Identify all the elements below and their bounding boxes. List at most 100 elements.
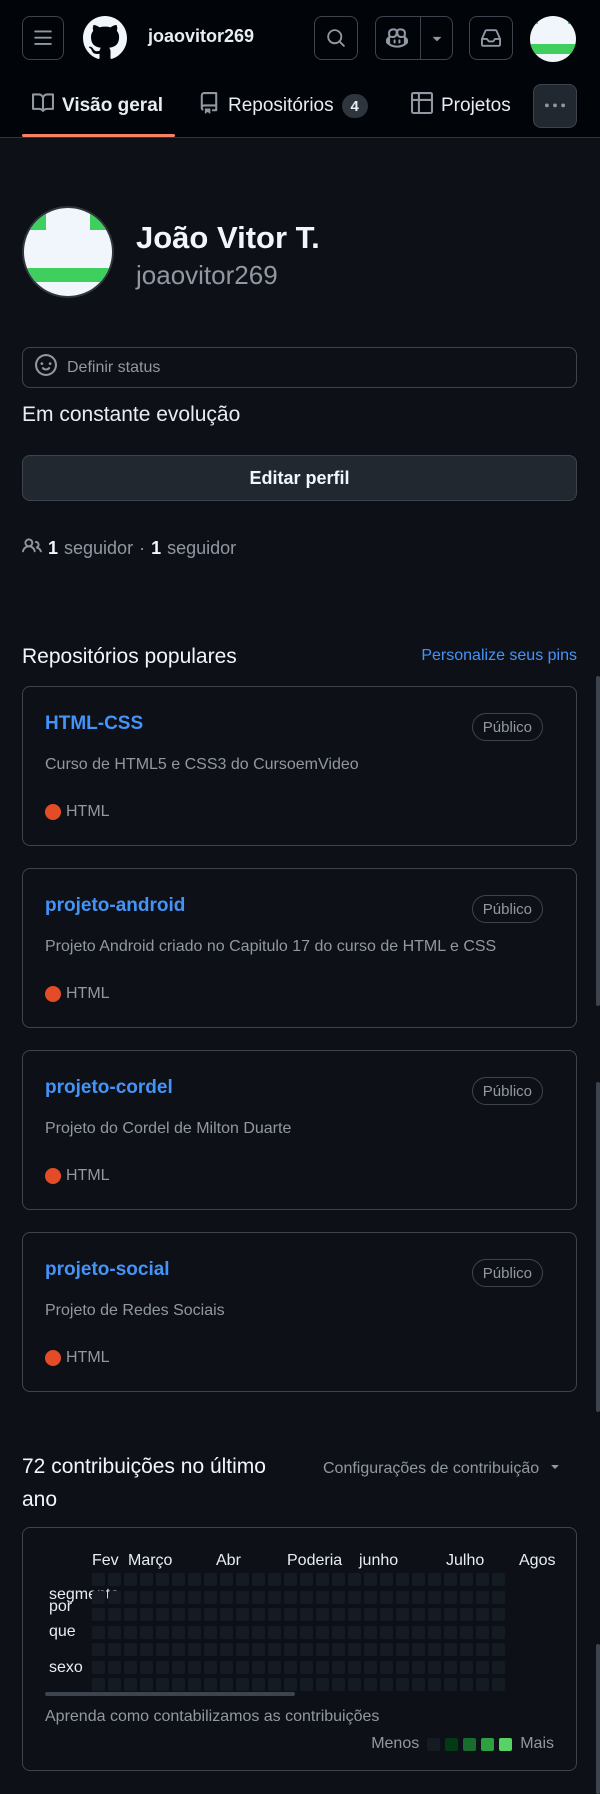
contribution-day-cell[interactable] xyxy=(284,1590,297,1604)
learn-contributions-link[interactable]: Aprenda como contabilizamos as contribui… xyxy=(45,1708,379,1726)
calendar-scrollbar[interactable] xyxy=(45,1692,295,1696)
page-scrollbar[interactable] xyxy=(596,676,600,1006)
contribution-settings-dropdown[interactable]: Configurações de contribuição xyxy=(323,1458,563,1479)
contribution-day-cell[interactable] xyxy=(316,1590,329,1604)
followers-link[interactable]: 1 seguidor xyxy=(48,538,133,559)
header-username[interactable]: joaovitor269 xyxy=(148,26,254,47)
contribution-day-cell[interactable] xyxy=(268,1590,281,1604)
contribution-day-cell[interactable] xyxy=(188,1678,201,1691)
contribution-day-cell[interactable] xyxy=(444,1625,457,1639)
contribution-day-cell[interactable] xyxy=(332,1573,345,1586)
contribution-day-cell[interactable] xyxy=(204,1660,217,1674)
contribution-day-cell[interactable] xyxy=(108,1678,121,1691)
contribution-day-cell[interactable] xyxy=(236,1643,249,1656)
contribution-day-cell[interactable] xyxy=(284,1625,297,1639)
tab-overview[interactable]: Visão geral xyxy=(32,92,163,120)
copilot-button[interactable] xyxy=(375,16,453,60)
contribution-day-cell[interactable] xyxy=(108,1643,121,1656)
contribution-day-cell[interactable] xyxy=(380,1643,393,1656)
contribution-day-cell[interactable] xyxy=(284,1643,297,1656)
contribution-day-cell[interactable] xyxy=(220,1625,233,1639)
search-button[interactable] xyxy=(314,16,358,60)
tab-projects[interactable]: Projetos xyxy=(411,92,511,120)
contribution-day-cell[interactable] xyxy=(492,1678,505,1691)
contribution-day-cell[interactable] xyxy=(332,1660,345,1674)
contribution-day-cell[interactable] xyxy=(348,1643,361,1656)
contribution-day-cell[interactable] xyxy=(92,1573,105,1586)
contribution-day-cell[interactable] xyxy=(172,1573,185,1586)
following-link[interactable]: 1 seguidor xyxy=(151,538,236,559)
contribution-day-cell[interactable] xyxy=(220,1573,233,1586)
contribution-day-cell[interactable] xyxy=(284,1678,297,1691)
contribution-day-cell[interactable] xyxy=(492,1573,505,1586)
edit-profile-button[interactable]: Editar perfil xyxy=(22,455,577,501)
contribution-day-cell[interactable] xyxy=(124,1573,137,1586)
contribution-day-cell[interactable] xyxy=(492,1660,505,1674)
contribution-day-cell[interactable] xyxy=(92,1643,105,1656)
contribution-day-cell[interactable] xyxy=(124,1660,137,1674)
contribution-day-cell[interactable] xyxy=(444,1678,457,1691)
contribution-day-cell[interactable] xyxy=(428,1590,441,1604)
contribution-day-cell[interactable] xyxy=(364,1660,377,1674)
contribution-day-cell[interactable] xyxy=(172,1625,185,1639)
contribution-day-cell[interactable] xyxy=(364,1643,377,1656)
contribution-day-cell[interactable] xyxy=(140,1678,153,1691)
contribution-day-cell[interactable] xyxy=(476,1643,489,1656)
contribution-day-cell[interactable] xyxy=(108,1573,121,1586)
contribution-day-cell[interactable] xyxy=(460,1643,473,1656)
contribution-day-cell[interactable] xyxy=(204,1678,217,1691)
contribution-day-cell[interactable] xyxy=(412,1573,425,1586)
contribution-day-cell[interactable] xyxy=(300,1643,313,1656)
contribution-day-cell[interactable] xyxy=(428,1643,441,1656)
contribution-day-cell[interactable] xyxy=(108,1590,121,1604)
contribution-day-cell[interactable] xyxy=(316,1678,329,1691)
contribution-day-cell[interactable] xyxy=(156,1660,169,1674)
contribution-day-cell[interactable] xyxy=(220,1678,233,1691)
contribution-day-cell[interactable] xyxy=(444,1643,457,1656)
contribution-day-cell[interactable] xyxy=(428,1660,441,1674)
repo-name-link[interactable]: projeto-cordel xyxy=(45,1077,173,1099)
contribution-day-cell[interactable] xyxy=(412,1660,425,1674)
contribution-day-cell[interactable] xyxy=(204,1573,217,1586)
contribution-day-cell[interactable] xyxy=(220,1643,233,1656)
repo-name-link[interactable]: HTML-CSS xyxy=(45,713,143,735)
contribution-day-cell[interactable] xyxy=(108,1625,121,1639)
contribution-day-cell[interactable] xyxy=(476,1678,489,1691)
contribution-day-cell[interactable] xyxy=(172,1608,185,1621)
user-avatar[interactable] xyxy=(22,206,114,298)
contribution-day-cell[interactable] xyxy=(204,1643,217,1656)
contribution-day-cell[interactable] xyxy=(332,1643,345,1656)
contribution-day-cell[interactable] xyxy=(220,1660,233,1674)
contribution-day-cell[interactable] xyxy=(316,1573,329,1586)
contribution-day-cell[interactable] xyxy=(236,1590,249,1604)
contribution-day-cell[interactable] xyxy=(92,1660,105,1674)
contribution-day-cell[interactable] xyxy=(252,1643,265,1656)
page-scrollbar[interactable] xyxy=(596,1644,600,1794)
contribution-day-cell[interactable] xyxy=(444,1573,457,1586)
contribution-day-cell[interactable] xyxy=(316,1643,329,1656)
contribution-day-cell[interactable] xyxy=(332,1608,345,1621)
contribution-day-cell[interactable] xyxy=(428,1625,441,1639)
contribution-day-cell[interactable] xyxy=(492,1608,505,1621)
contribution-day-cell[interactable] xyxy=(348,1608,361,1621)
contribution-day-cell[interactable] xyxy=(396,1660,409,1674)
contribution-day-cell[interactable] xyxy=(188,1573,201,1586)
contribution-day-cell[interactable] xyxy=(284,1660,297,1674)
contribution-day-cell[interactable] xyxy=(476,1590,489,1604)
contribution-day-cell[interactable] xyxy=(460,1625,473,1639)
contribution-day-cell[interactable] xyxy=(124,1608,137,1621)
contribution-day-cell[interactable] xyxy=(140,1573,153,1586)
contribution-day-cell[interactable] xyxy=(444,1660,457,1674)
contribution-day-cell[interactable] xyxy=(172,1678,185,1691)
contribution-day-cell[interactable] xyxy=(140,1660,153,1674)
contribution-day-cell[interactable] xyxy=(156,1590,169,1604)
contribution-day-cell[interactable] xyxy=(156,1625,169,1639)
contribution-day-cell[interactable] xyxy=(252,1590,265,1604)
contribution-day-cell[interactable] xyxy=(284,1608,297,1621)
contribution-day-cell[interactable] xyxy=(380,1660,393,1674)
contribution-day-cell[interactable] xyxy=(124,1590,137,1604)
triangle-down-icon[interactable] xyxy=(428,29,446,47)
contribution-day-cell[interactable] xyxy=(284,1573,297,1586)
github-logo-icon[interactable] xyxy=(82,16,127,65)
contribution-day-cell[interactable] xyxy=(172,1643,185,1656)
